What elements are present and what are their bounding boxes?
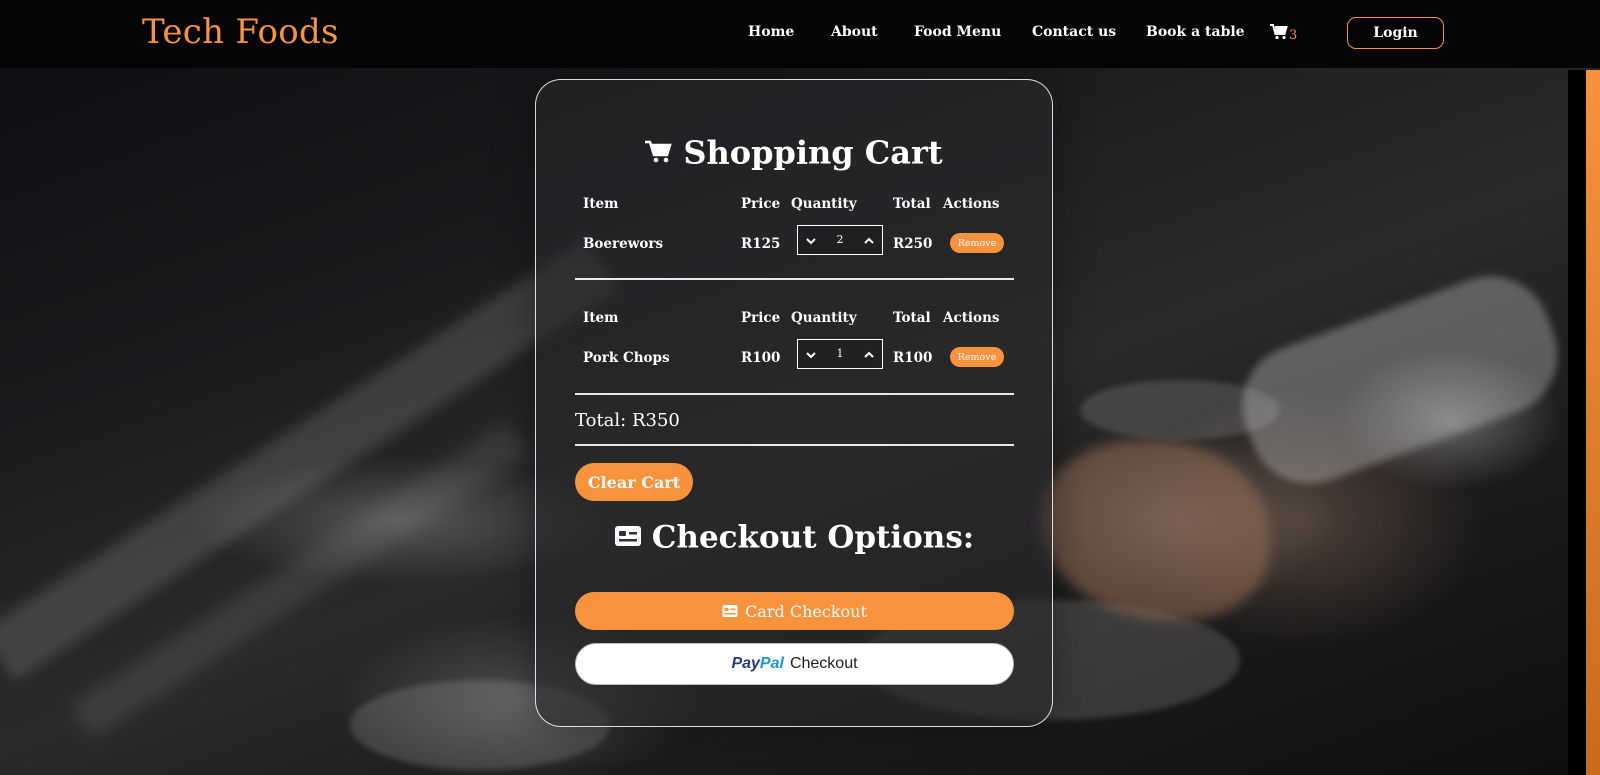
row-item-price: R125 (741, 236, 781, 252)
row-divider (575, 278, 1014, 280)
header-actions: Actions (943, 310, 1000, 326)
header-price: Price (741, 310, 781, 326)
background-chef-hand (1040, 440, 1270, 620)
card-checkout-button[interactable]: Card Checkout (575, 592, 1014, 630)
row-item-total: R100 (893, 350, 933, 366)
nav-link-book-a-table[interactable]: Book a table (1146, 24, 1245, 40)
shopping-cart-icon (1270, 24, 1288, 40)
cart-title: Shopping Cart (536, 131, 1052, 172)
header-price: Price (741, 196, 781, 212)
row-item-price: R100 (741, 350, 781, 366)
background-chef-arm (1225, 259, 1575, 501)
background-edge (1568, 70, 1586, 775)
row-item-total: R250 (893, 236, 933, 252)
cart-title-text: Shopping Cart (683, 133, 943, 172)
paypal-checkout-button[interactable]: PayPal Checkout (575, 643, 1014, 685)
nav-link-food-menu[interactable]: Food Menu (914, 24, 1001, 40)
nav-link-about[interactable]: About (831, 24, 878, 40)
header-item: Item (583, 310, 619, 326)
checkout-title-text: Checkout Options: (651, 519, 975, 556)
nav-link-home[interactable]: Home (748, 24, 794, 40)
header-total: Total (893, 196, 931, 212)
nav-link-contact-us[interactable]: Contact us (1032, 24, 1116, 40)
chevron-up-icon[interactable] (862, 234, 876, 248)
credit-card-icon (722, 605, 738, 617)
row-item-name: Boerewors (583, 236, 664, 252)
navbar: Tech Foods Home About Food Menu Contact … (0, 0, 1600, 68)
shopping-cart-card: Shopping Cart Item Price Quantity Total … (535, 79, 1053, 727)
row-item-name: Pork Chops (583, 350, 670, 366)
cart-grand-total: Total: R350 (575, 410, 680, 431)
quantity-stepper[interactable]: 1 (797, 339, 883, 369)
chevron-up-icon[interactable] (862, 348, 876, 362)
paypal-checkout-label: Checkout (789, 655, 858, 672)
quantity-stepper[interactable]: 2 (797, 225, 883, 255)
card-checkout-label: Card Checkout (745, 601, 867, 621)
remove-button[interactable]: Remove (950, 347, 1004, 367)
background-accent-strip (1586, 70, 1600, 775)
header-item: Item (583, 196, 619, 212)
header-quantity: Quantity (791, 196, 857, 212)
remove-button[interactable]: Remove (950, 233, 1004, 253)
paypal-logo-pal: Pal (759, 655, 784, 672)
background-counter (0, 238, 619, 682)
clear-cart-button[interactable]: Clear Cart (575, 463, 693, 501)
cart-count-badge: 3 (1289, 28, 1298, 43)
header-quantity: Quantity (791, 310, 857, 326)
login-button[interactable]: Login (1347, 17, 1444, 49)
header-actions: Actions (943, 196, 1000, 212)
row-divider (575, 393, 1014, 395)
total-divider (575, 444, 1014, 446)
header-total: Total (893, 310, 931, 326)
credit-card-icon (614, 520, 642, 556)
paypal-logo-pay: Pay (731, 655, 760, 672)
checkout-title: Checkout Options: (536, 518, 1052, 556)
shopping-cart-icon (645, 134, 673, 172)
brand-logo[interactable]: Tech Foods (142, 12, 339, 52)
paypal-logo: PayPal (731, 655, 783, 673)
